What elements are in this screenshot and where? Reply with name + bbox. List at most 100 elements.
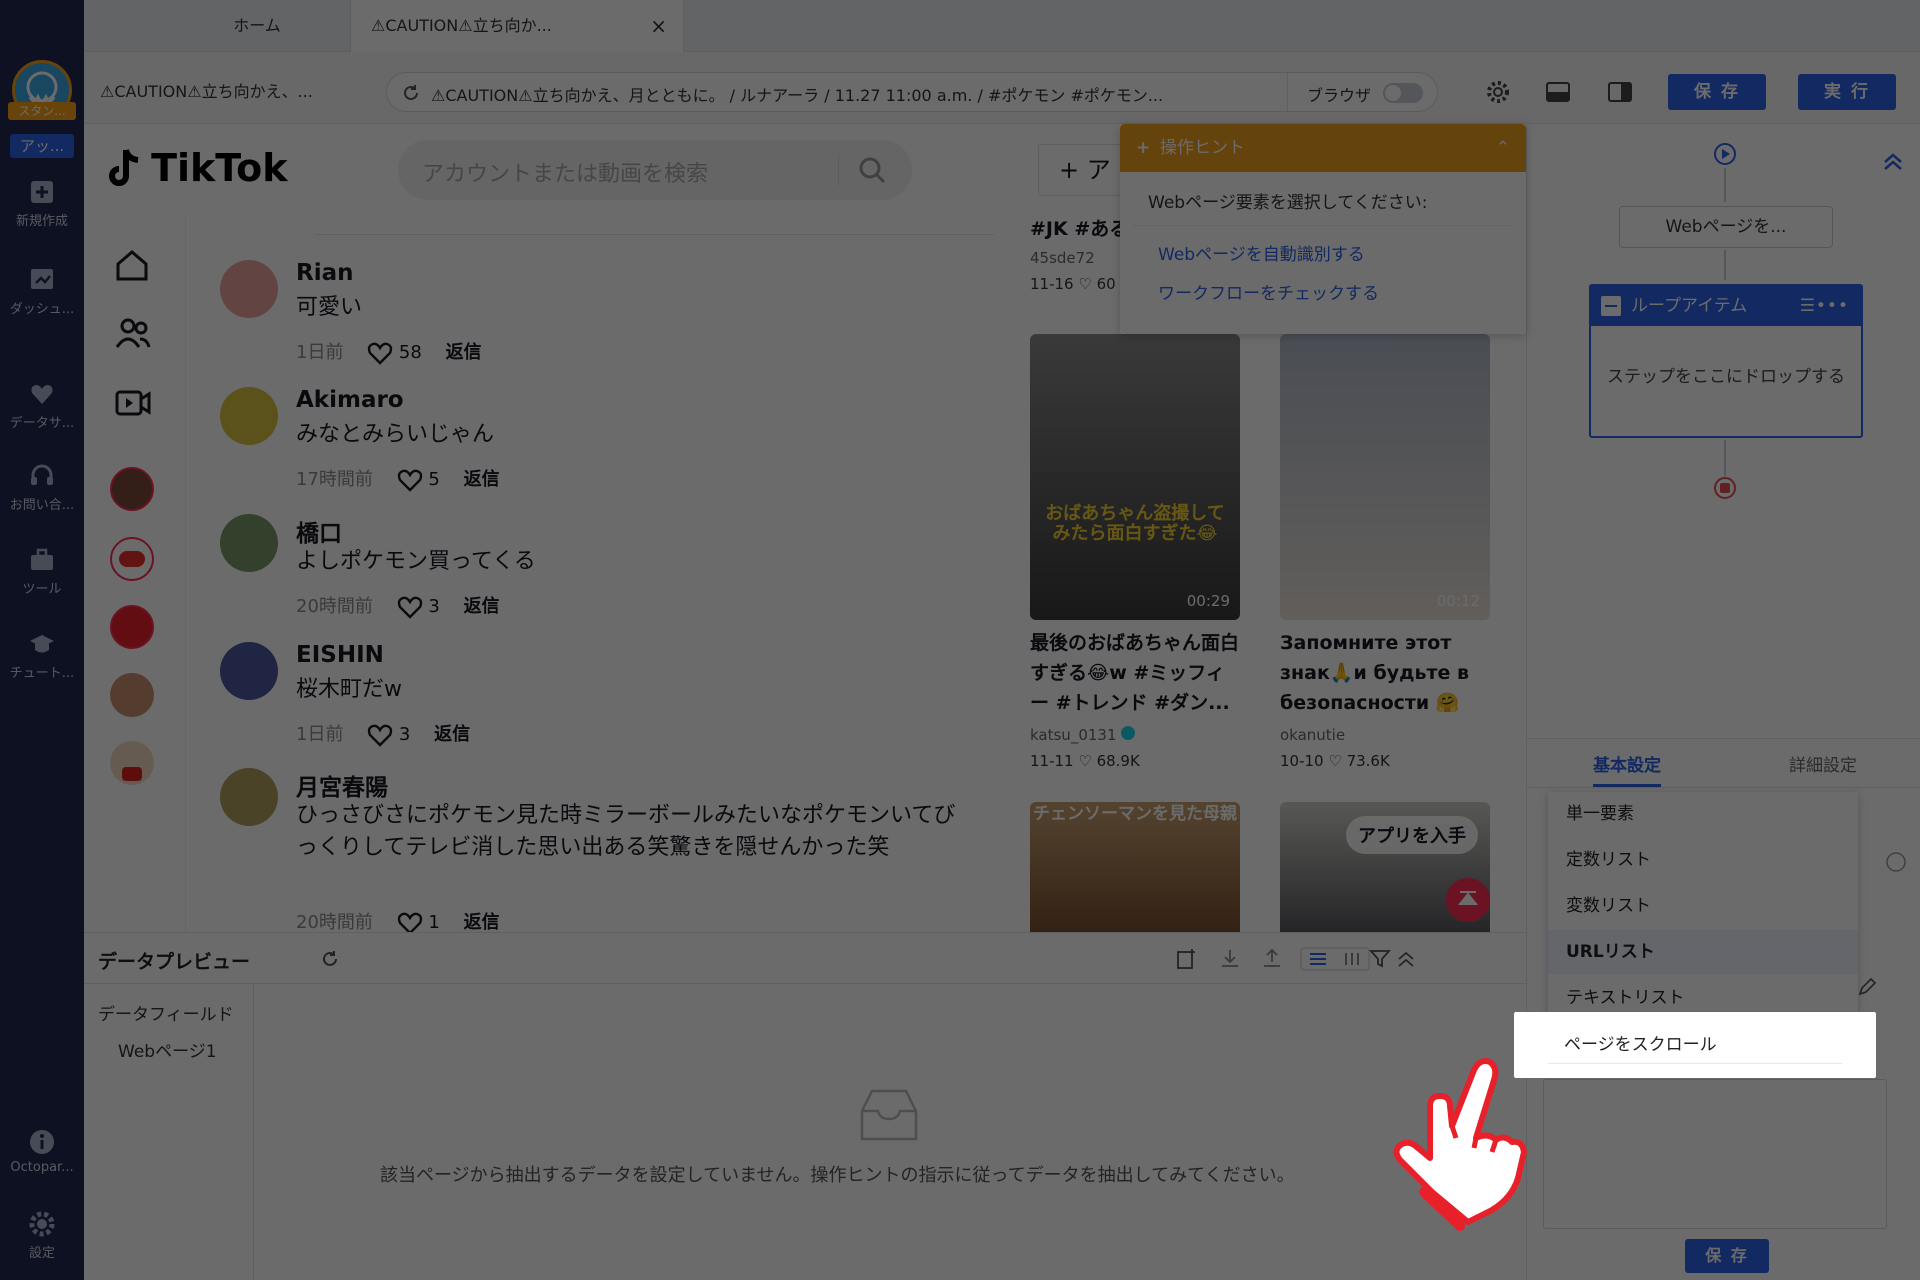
reply-link[interactable]: 返信 [464, 908, 500, 932]
followed-avatar[interactable] [110, 741, 154, 785]
filter-icon[interactable] [1368, 947, 1392, 971]
friends-icon[interactable] [114, 315, 152, 351]
dropdown-option[interactable]: 単一要素 [1548, 792, 1858, 836]
commenter-avatar[interactable] [220, 514, 278, 572]
video-date: 11-11 [1030, 752, 1074, 770]
video-card[interactable]: 00:12 Запомните этот знак🙏и будьте в без… [1280, 334, 1490, 770]
followed-avatar[interactable] [110, 673, 154, 717]
followed-avatar[interactable] [110, 467, 154, 511]
sidebar-item-settings[interactable]: 設定 [0, 1210, 84, 1261]
dropdown-option[interactable]: 変数リスト [1548, 884, 1858, 928]
commenter-name[interactable]: EISHIN [296, 642, 384, 668]
sidebar-item-octoparse[interactable]: Octopar... [0, 1128, 84, 1175]
browser-toggle[interactable] [1383, 83, 1423, 103]
export-icon[interactable] [1260, 947, 1284, 971]
search-icon[interactable] [858, 156, 886, 184]
like-heart-icon[interactable] [397, 468, 423, 492]
sidebar-item-tutorial[interactable]: チュート... [0, 630, 84, 681]
commenter-name[interactable]: Akimaro [296, 387, 404, 413]
import-icon[interactable] [1218, 947, 1242, 971]
sidebar-item-data-service[interactable]: データサ... [0, 380, 84, 431]
sidebar-item-tools[interactable]: ツール [0, 546, 84, 597]
video-thumbnail[interactable]: アプリを入手 [1280, 802, 1490, 932]
sidebar-item-dashboard[interactable]: ダッシュ... [0, 266, 84, 317]
flow-node-loop[interactable]: ループアイテム ☰ ••• ステップをここにドロップする [1589, 284, 1863, 438]
home-icon[interactable] [114, 247, 150, 283]
edit-icon[interactable] [1857, 977, 1877, 997]
tiktok-logo[interactable]: TikTok [106, 146, 288, 190]
sidebar-item-label: 設定 [28, 1246, 55, 1261]
url-bar[interactable]: ⚠CAUTION⚠立ち向かえ、月とともに。 / ルナアーラ / 11.27 11… [386, 72, 1438, 112]
comment-text: ひっさびさにポケモン見た時ミラーボールみたいなポケモンいてびっくりしてテレビ消し… [296, 803, 956, 860]
commenter-name[interactable]: Rian [296, 260, 354, 286]
tab-home[interactable]: ホーム [164, 0, 350, 52]
more-icon[interactable]: ••• [1816, 286, 1849, 326]
video-user: katsu_0131 [1030, 726, 1240, 744]
reply-link[interactable]: 返信 [434, 720, 470, 746]
pointing-hand-icon [1393, 1058, 1527, 1231]
dropdown-option-selected[interactable]: URLリスト [1548, 930, 1858, 974]
dropdown-option[interactable]: 定数リスト [1548, 838, 1858, 882]
settings-divider [1527, 787, 1920, 788]
video-thumbnail[interactable]: 00:12 [1280, 334, 1490, 620]
comment-meta: 1日前 58 返信 [296, 338, 500, 365]
view-toggle-icon[interactable] [1300, 947, 1370, 971]
reply-link[interactable]: 返信 [464, 592, 500, 618]
commenter-avatar[interactable] [220, 768, 278, 826]
help-circle-icon[interactable] [1885, 851, 1907, 873]
flow-node-webpage[interactable]: Webページを... [1619, 206, 1833, 248]
search-input[interactable]: アカウントまたは動画を検索 [422, 156, 708, 188]
video-card[interactable]: おばあちゃん盗撮してみたら面白すぎた😂 00:29 最後のおばあちゃん面白すぎる… [1030, 334, 1240, 770]
save-button[interactable]: 保 存 [1668, 74, 1766, 110]
sidebar-item-contact[interactable]: お問い合... [0, 462, 84, 513]
video-thumbnail[interactable]: チェンソーマンを見た母親 [1030, 802, 1240, 932]
commenter-avatar[interactable] [220, 642, 278, 700]
app-badge[interactable]: アッ... [10, 134, 74, 158]
collapse-minus-icon[interactable] [1601, 296, 1621, 316]
video-thumbnail[interactable]: おばあちゃん盗撮してみたら面白すぎた😂 00:29 [1030, 334, 1240, 620]
layout-side-icon[interactable] [1606, 78, 1634, 106]
followed-avatar[interactable] [110, 537, 154, 581]
get-app-button[interactable]: アプリを入手 [1346, 816, 1478, 854]
video-user: 45sde72 [1030, 249, 1095, 267]
like-heart-icon[interactable] [397, 595, 423, 619]
dropdown-option-scroll-page[interactable]: ページをスクロール [1548, 1026, 1842, 1064]
field-page-item[interactable]: Webページ1 [84, 1025, 253, 1062]
add-field-icon[interactable] [1174, 947, 1198, 971]
reply-link[interactable]: 返信 [446, 338, 482, 364]
list-icon[interactable]: ☰ [1800, 286, 1815, 326]
hint-link-auto-detect[interactable]: Webページを自動識別する [1120, 226, 1526, 265]
tab-close-icon[interactable]: × [650, 0, 667, 52]
settings-gear-icon[interactable] [1484, 78, 1512, 106]
like-heart-icon[interactable] [367, 341, 393, 365]
video-card-partial[interactable]: #JK #ある 45sde72 11-16 ♡ 60 [1030, 214, 1130, 314]
reply-link[interactable]: 返信 [464, 465, 500, 491]
like-heart-icon[interactable] [397, 911, 423, 932]
like-heart-icon[interactable] [367, 723, 393, 747]
commenter-name[interactable]: 月宮春陽 [296, 768, 388, 802]
commenter-avatar[interactable] [220, 387, 278, 445]
collapse-up-icon[interactable] [1394, 947, 1418, 971]
collapse-up-icon[interactable] [1881, 150, 1905, 174]
tab-task[interactable]: ⚠CAUTION⚠立ち向か... × [350, 0, 684, 52]
refresh-icon[interactable] [320, 949, 340, 969]
refresh-icon[interactable] [401, 83, 421, 103]
settings-save-button[interactable]: 保 存 [1685, 1239, 1769, 1273]
tab-basic-settings[interactable]: 基本設定 [1593, 751, 1661, 787]
hint-collapse-icon[interactable]: ⌃ [1496, 124, 1510, 172]
sidebar-item-new[interactable]: 新規作成 [0, 178, 84, 229]
run-button[interactable]: 実 行 [1798, 74, 1896, 110]
tiktok-search[interactable]: アカウントまたは動画を検索 [398, 140, 912, 200]
scroll-top-button[interactable] [1446, 878, 1490, 922]
url-divider [1287, 73, 1288, 111]
hint-link-check-workflow[interactable]: ワークフローをチェックする [1120, 265, 1526, 304]
commenter-name[interactable]: 橋口 [296, 514, 342, 548]
live-video-icon[interactable] [114, 385, 152, 421]
tiktok-leftnav [84, 215, 186, 932]
followed-avatar[interactable] [110, 605, 154, 649]
layout-bottom-icon[interactable] [1544, 78, 1572, 106]
settings-input-area[interactable] [1543, 1079, 1887, 1229]
tab-advanced-settings[interactable]: 詳細設定 [1789, 751, 1857, 776]
flow-connector [1724, 168, 1726, 202]
commenter-avatar[interactable] [220, 260, 278, 318]
